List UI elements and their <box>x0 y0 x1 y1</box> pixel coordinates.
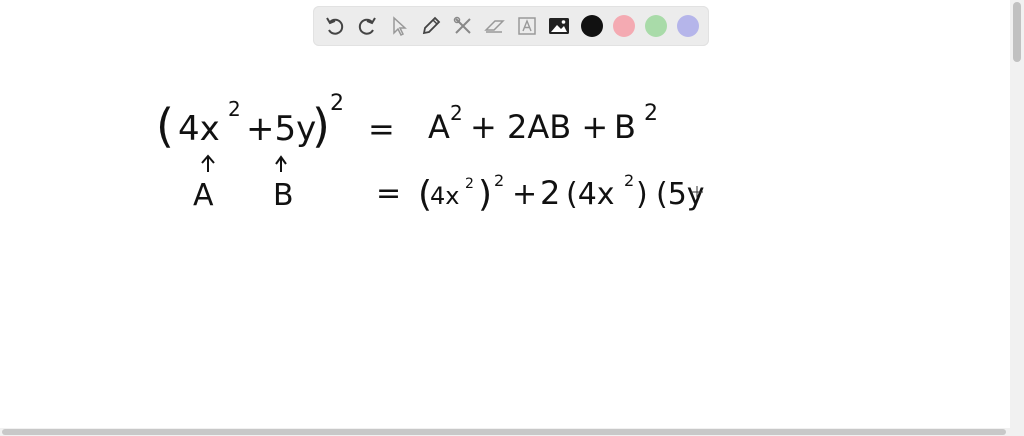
line1-lhs-open-paren: ( <box>156 99 174 153</box>
line2-term2-close: ) <box>636 177 648 212</box>
line1-lhs-body: 4x <box>178 109 220 149</box>
arrow-to-a <box>201 154 215 172</box>
line1-lhs-plus-term: +5y <box>246 109 316 149</box>
line1-lhs-close-paren: ) <box>312 99 330 153</box>
line1-lhs-outer-exponent: 2 <box>330 91 344 116</box>
vertical-scroll-thumb[interactable] <box>1013 2 1021 62</box>
line1-rhs-middle: + 2AB + <box>470 108 608 146</box>
line2-term2-exponent: 2 <box>624 171 634 190</box>
line1-lhs-inner-exponent: 2 <box>228 97 241 121</box>
label-b: B <box>273 178 294 213</box>
line2-term1-body: 4x <box>430 182 459 210</box>
line2-term1-exponent: 2 <box>494 171 504 190</box>
line2-plus: + <box>512 177 537 212</box>
vertical-scrollbar[interactable] <box>1010 0 1024 436</box>
handwritten-math: ( 4x 2 +5y ) 2 = A 2 + 2AB + B 2 A B = (… <box>156 91 705 215</box>
line2-equals: = <box>376 176 401 211</box>
line2-term2: (4x <box>566 177 615 212</box>
line1-rhs-b-exponent: 2 <box>644 101 658 126</box>
line2-coefficient: 2 <box>540 174 560 212</box>
line2-term1-inner-exponent: 2 <box>465 176 474 192</box>
arrow-to-b <box>275 155 287 172</box>
line1-rhs-b: B <box>614 108 636 146</box>
line1-equals: = <box>368 110 395 148</box>
line1-rhs-a: A <box>428 108 450 146</box>
label-a: A <box>193 178 214 213</box>
line1-rhs-a-exponent: 2 <box>450 101 463 125</box>
horizontal-scroll-thumb[interactable] <box>2 429 1006 435</box>
line2-term1-close: ) <box>478 174 492 215</box>
horizontal-scrollbar[interactable] <box>0 428 1010 436</box>
